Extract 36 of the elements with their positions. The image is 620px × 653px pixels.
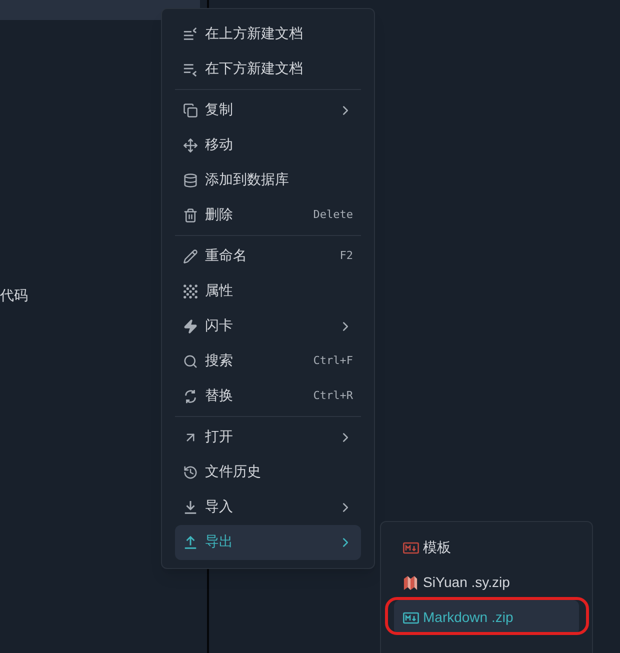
menu-item[interactable]: 闪卡: [175, 309, 361, 344]
history-icon: [183, 465, 198, 480]
submenu-item[interactable]: SiYuan .sy.zip: [394, 565, 579, 600]
bolt-icon: [183, 319, 198, 334]
menu-item[interactable]: 导出: [175, 525, 361, 560]
replace-icon: [183, 389, 198, 404]
menu-item[interactable]: 替换 Ctrl+R: [175, 379, 361, 414]
dots-icon: [183, 284, 198, 299]
siyuan-logo-icon: [403, 575, 418, 590]
menu-item[interactable]: 文件历史: [175, 455, 361, 490]
menu-item[interactable]: 搜索 Ctrl+F: [175, 344, 361, 379]
menu-item[interactable]: 导入: [175, 490, 361, 525]
menu-item[interactable]: 打开: [175, 420, 361, 455]
copy-icon: [183, 103, 198, 118]
menu-item[interactable]: 在下方新建文档: [175, 52, 361, 87]
markdown-icon: [403, 542, 419, 554]
menu-item[interactable]: 移动: [175, 128, 361, 163]
menu-item[interactable]: 属性: [175, 274, 361, 309]
menu-item[interactable]: 在上方新建文档: [175, 17, 361, 52]
menu-item[interactable]: 重命名 F2: [175, 239, 361, 274]
search-icon: [183, 354, 198, 369]
pencil-icon: [183, 249, 198, 264]
menu-item[interactable]: 添加到数据库: [175, 163, 361, 198]
menu-item[interactable]: 复制: [175, 93, 361, 128]
submenu-item[interactable]: 模板: [394, 530, 579, 565]
import-icon: [183, 500, 198, 515]
move-icon: [183, 138, 198, 153]
insert-below-icon: [183, 62, 198, 77]
trash-icon: [183, 208, 198, 223]
document-text: 代码: [0, 287, 28, 306]
insert-above-icon: [183, 27, 198, 42]
menu-item[interactable]: 删除 Delete: [175, 198, 361, 233]
markdown-icon: [403, 612, 419, 624]
export-icon: [183, 535, 198, 550]
submenu-item[interactable]: Markdown .zip: [394, 600, 579, 635]
database-icon: [183, 173, 198, 188]
